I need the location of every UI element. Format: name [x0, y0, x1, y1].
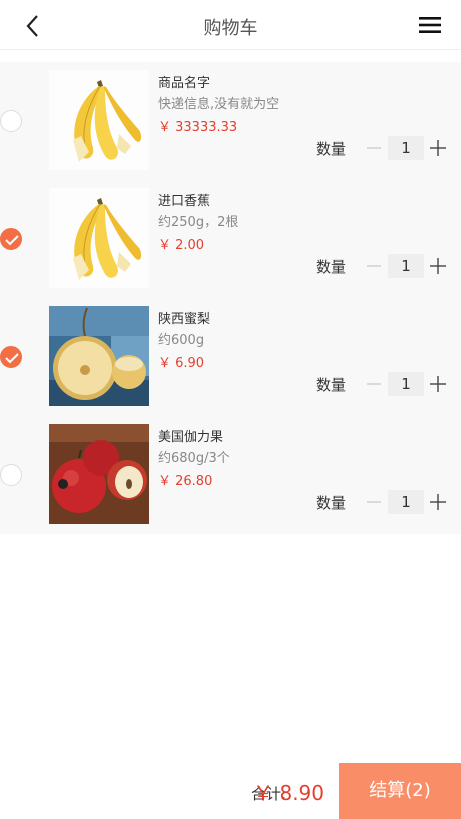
decrease-button[interactable] — [362, 372, 386, 396]
minus-icon — [367, 501, 381, 503]
check-icon — [5, 353, 19, 364]
quantity-value[interactable]: 1 — [388, 254, 424, 278]
item-description: 快递信息,没有就为空 — [158, 97, 280, 112]
item-checkbox[interactable] — [0, 464, 22, 486]
plus-icon — [430, 494, 446, 510]
item-description: 约600g — [158, 333, 205, 348]
quantity-stepper: 1 — [362, 490, 450, 514]
decrease-button[interactable] — [362, 490, 386, 514]
check-icon — [5, 235, 19, 246]
item-name: 陕西蜜梨 — [158, 312, 211, 327]
quantity-label: 数量 — [316, 258, 347, 276]
plus-icon — [430, 376, 446, 392]
menu-button[interactable] — [419, 16, 441, 34]
increase-button[interactable] — [426, 254, 450, 278]
plus-icon — [430, 140, 446, 156]
cart-item: 陕西蜜梨 约600g ￥ 6.90 数量 1 — [0, 298, 461, 416]
quantity-stepper: 1 — [362, 136, 450, 160]
increase-button[interactable] — [426, 490, 450, 514]
quantity-stepper: 1 — [362, 372, 450, 396]
apple-image — [49, 424, 149, 524]
increase-button[interactable] — [426, 372, 450, 396]
decrease-button[interactable] — [362, 136, 386, 160]
quantity-label: 数量 — [316, 140, 347, 158]
item-name: 美国伽力果 — [158, 430, 224, 445]
minus-icon — [367, 383, 381, 385]
cart-item: 商品名字 快递信息,没有就为空 ￥ 33333.33 数量 1 — [0, 62, 461, 180]
item-name: 进口香蕉 — [158, 194, 211, 209]
item-description: 约250g，2根 — [158, 215, 239, 230]
quantity-label: 数量 — [316, 494, 347, 512]
banana-image — [49, 188, 149, 288]
banana-image — [49, 70, 149, 170]
item-price: ￥ 2.00 — [158, 238, 205, 253]
increase-button[interactable] — [426, 136, 450, 160]
minus-icon — [367, 265, 381, 267]
quantity-value[interactable]: 1 — [388, 372, 424, 396]
minus-icon — [367, 147, 381, 149]
cart-list: 商品名字 快递信息,没有就为空 ￥ 33333.33 数量 1 进口香蕉 约25… — [0, 62, 461, 534]
item-name: 商品名字 — [158, 76, 211, 91]
quantity-label: 数量 — [316, 376, 347, 394]
item-description: 约680g/3个 — [158, 451, 230, 466]
decrease-button[interactable] — [362, 254, 386, 278]
item-price: ￥ 26.80 — [158, 474, 213, 489]
item-checkbox[interactable] — [0, 346, 22, 368]
page-title: 购物车 — [203, 18, 258, 39]
item-price: ￥ 33333.33 — [158, 120, 238, 135]
header-bar: 购物车 — [0, 0, 461, 50]
total-value: ￥ 8.90 — [253, 781, 324, 805]
hamburger-menu-icon — [419, 17, 441, 33]
item-price: ￥ 6.90 — [158, 356, 205, 371]
plus-icon — [430, 258, 446, 274]
item-checkbox[interactable] — [0, 228, 22, 250]
quantity-value[interactable]: 1 — [388, 136, 424, 160]
checkout-button[interactable]: 结算(2) — [339, 763, 461, 819]
item-checkbox[interactable] — [0, 110, 22, 132]
checkout-bar: 合计: ￥ 8.90 结算(2) — [0, 763, 461, 819]
cart-item: 美国伽力果 约680g/3个 ￥ 26.80 数量 1 — [0, 416, 461, 534]
quantity-stepper: 1 — [362, 254, 450, 278]
quantity-value[interactable]: 1 — [388, 490, 424, 514]
pear-image — [49, 306, 149, 406]
cart-item: 进口香蕉 约250g，2根 ￥ 2.00 数量 1 — [0, 180, 461, 298]
